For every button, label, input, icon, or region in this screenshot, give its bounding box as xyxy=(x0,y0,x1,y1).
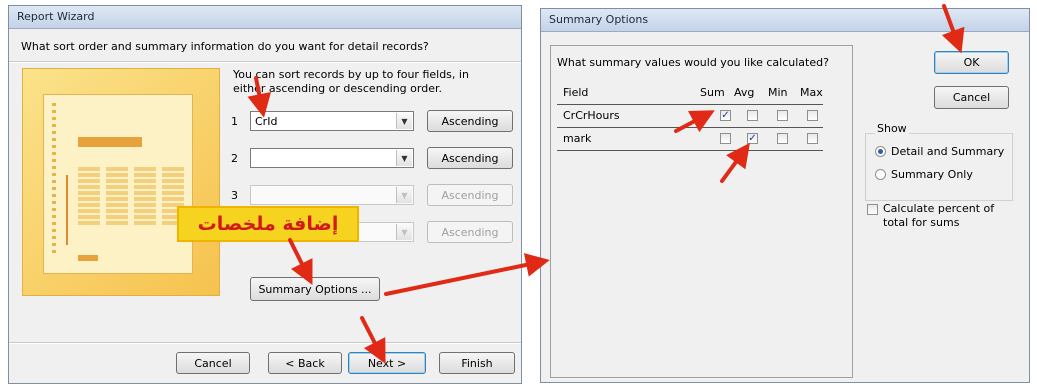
arrow-to-ok xyxy=(941,4,965,54)
arrow-to-sum-check xyxy=(674,110,715,133)
arrow-to-summary-dialog xyxy=(384,253,550,296)
arrow-to-next xyxy=(360,316,386,364)
arrow-to-summary-button xyxy=(288,238,313,285)
arrow-to-avg-check xyxy=(720,142,750,183)
annotation-arrows xyxy=(247,4,965,364)
arrow-to-crid xyxy=(247,76,272,118)
